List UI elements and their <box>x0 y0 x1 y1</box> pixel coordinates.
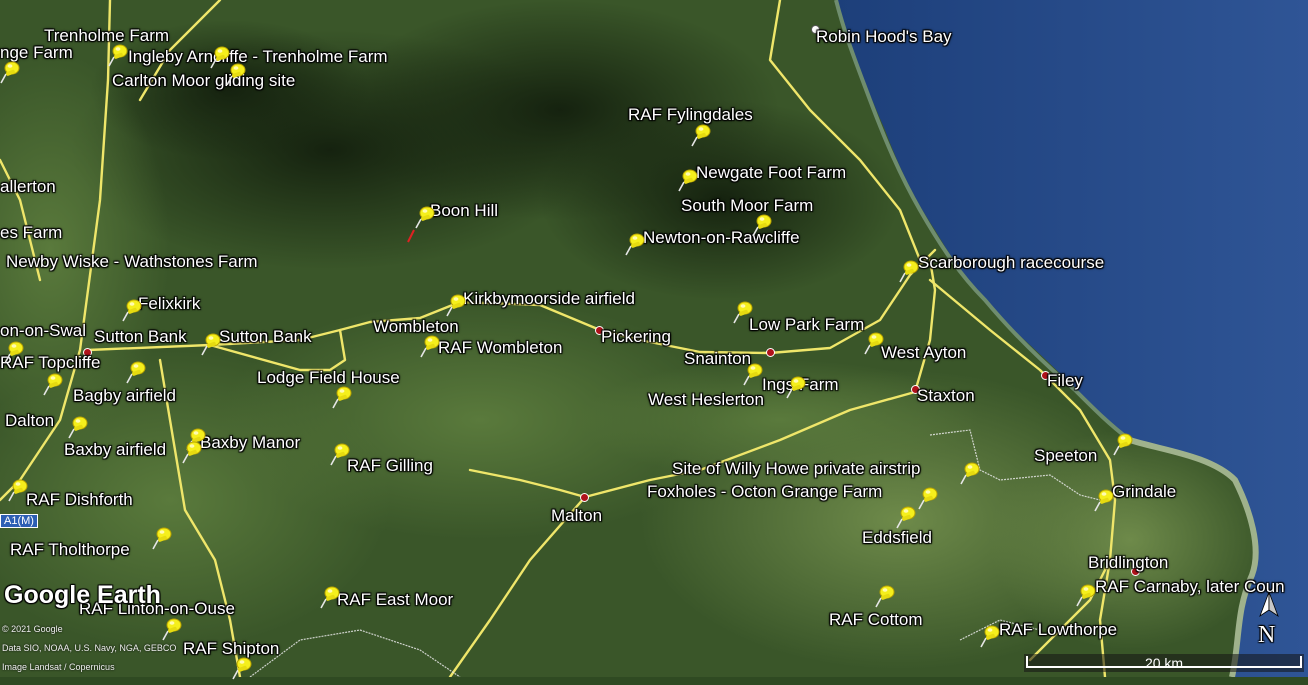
pushpin-icon[interactable] <box>960 461 982 485</box>
label-bridlington[interactable]: Bridlington <box>1088 554 1168 572</box>
label-raf-wombleton[interactable]: RAF Wombleton <box>438 339 562 357</box>
pushpin-icon[interactable] <box>786 375 808 399</box>
pushpin-icon[interactable] <box>1094 488 1116 512</box>
label-raf-dishforth[interactable]: RAF Dishforth <box>26 491 133 509</box>
pushpin-icon[interactable] <box>625 232 647 256</box>
pushpin-icon[interactable] <box>108 43 130 67</box>
pushpin-icon[interactable] <box>899 259 921 283</box>
pushpin-icon[interactable] <box>980 624 1002 648</box>
malton-dot <box>580 493 589 502</box>
label-dalton[interactable]: Dalton <box>5 412 54 430</box>
pushpin-icon[interactable] <box>678 168 700 192</box>
copyright-credit: © 2021 Google <box>2 624 63 634</box>
label-carlton-moor[interactable]: Carlton Moor gliding site <box>112 72 295 90</box>
pushpin-icon[interactable] <box>446 293 468 317</box>
label-malton[interactable]: Malton <box>551 507 602 525</box>
pushpin-icon[interactable] <box>1076 583 1098 607</box>
label-baxby-airfield[interactable]: Baxby airfield <box>64 441 166 459</box>
pushpin-icon[interactable] <box>691 123 713 147</box>
label-west-ayton[interactable]: West Ayton <box>881 344 966 362</box>
label-robin-hoods-bay[interactable]: Robin Hood's Bay <box>816 28 952 46</box>
label-raf-cottom[interactable]: RAF Cottom <box>829 611 923 629</box>
road-badge-a1m: A1(M) <box>0 514 38 528</box>
label-es-farm[interactable]: es Farm <box>0 224 62 242</box>
label-west-heslerton[interactable]: West Heslerton <box>648 391 764 409</box>
label-allerton[interactable]: allerton <box>0 178 56 196</box>
label-sutton-bank-2[interactable]: Sutton Bank <box>219 328 312 346</box>
north-label: N <box>1258 622 1276 648</box>
pushpin-icon[interactable] <box>896 505 918 529</box>
pushpin-icon[interactable] <box>415 205 437 229</box>
label-south-moor-farm[interactable]: South Moor Farm <box>681 197 813 215</box>
pushpin-icon[interactable] <box>226 62 248 86</box>
pushpin-icon[interactable] <box>1113 432 1135 456</box>
scale-label: 20 km <box>1144 655 1184 671</box>
pushpin-icon[interactable] <box>43 372 65 396</box>
pushpin-icon[interactable] <box>752 213 774 237</box>
pushpin-icon[interactable] <box>733 300 755 324</box>
data-credit: Data SIO, NOAA, U.S. Navy, NGA, GEBCO <box>2 643 177 653</box>
label-snainton[interactable]: Snainton <box>684 350 751 368</box>
label-on-swale[interactable]: on-on-Swal <box>0 322 86 340</box>
pushpin-icon[interactable] <box>201 332 223 356</box>
label-filey[interactable]: Filey <box>1047 372 1083 390</box>
pushpin-icon[interactable] <box>0 60 22 84</box>
label-boon-hill[interactable]: Boon Hill <box>430 202 498 220</box>
label-felixkirk[interactable]: Felixkirk <box>138 295 200 313</box>
scale-bar: 20 km <box>1024 654 1304 672</box>
label-ingleby-arncliffe[interactable]: Ingleby Arncliffe - Trenholme Farm <box>128 48 388 66</box>
label-raf-gilling[interactable]: RAF Gilling <box>347 457 433 475</box>
pushpin-icon[interactable] <box>864 331 886 355</box>
label-staxton[interactable]: Staxton <box>917 387 975 405</box>
pushpin-icon[interactable] <box>918 486 940 510</box>
label-low-park-farm[interactable]: Low Park Farm <box>749 316 864 334</box>
pushpin-icon[interactable] <box>232 656 254 680</box>
label-kirkbymoorside[interactable]: Kirkbymoorside airfield <box>463 290 635 308</box>
label-bagby-airfield[interactable]: Bagby airfield <box>73 387 176 405</box>
pushpin-icon[interactable] <box>162 617 184 641</box>
label-newgate-foot-farm[interactable]: Newgate Foot Farm <box>696 164 846 182</box>
google-earth-logo: Google Earth <box>4 581 161 609</box>
label-baxby-manor[interactable]: Baxby Manor <box>200 434 300 452</box>
label-newby-wiske[interactable]: Newby Wiske - Wathstones Farm <box>6 253 258 271</box>
snainton-dot <box>766 348 775 357</box>
pushpin-icon[interactable] <box>320 585 342 609</box>
pushpin-icon[interactable] <box>332 385 354 409</box>
label-grindale[interactable]: Grindale <box>1112 483 1176 501</box>
label-eddsfield[interactable]: Eddsfield <box>862 529 932 547</box>
label-scarborough-racecourse[interactable]: Scarborough racecourse <box>918 254 1104 272</box>
pushpin-icon[interactable] <box>420 334 442 358</box>
label-sutton-bank-1[interactable]: Sutton Bank <box>94 328 187 346</box>
label-lodge-field-house[interactable]: Lodge Field House <box>257 369 400 387</box>
label-raf-tholthorpe[interactable]: RAF Tholthorpe <box>10 541 130 559</box>
label-raf-fylingdales[interactable]: RAF Fylingdales <box>628 106 753 124</box>
label-willy-howe[interactable]: Site of Willy Howe private airstrip <box>672 460 920 478</box>
image-credit: Image Landsat / Copernicus <box>2 662 115 672</box>
label-raf-east-moor[interactable]: RAF East Moor <box>337 591 453 609</box>
pushpin-icon[interactable] <box>875 584 897 608</box>
pushpin-icon[interactable] <box>743 362 765 386</box>
label-newton-on-rawcliffe[interactable]: Newton-on-Rawcliffe <box>643 229 800 247</box>
north-compass[interactable]: N <box>1256 590 1282 650</box>
pushpin-icon[interactable] <box>8 478 30 502</box>
label-wombleton[interactable]: Wombleton <box>373 318 459 336</box>
pushpin-icon[interactable] <box>4 340 26 364</box>
pushpin-icon[interactable] <box>152 526 174 550</box>
pushpin-icon[interactable] <box>126 360 148 384</box>
pushpin-icon[interactable] <box>122 298 144 322</box>
pushpin-icon[interactable] <box>68 415 90 439</box>
label-raf-lowthorpe[interactable]: RAF Lowthorpe <box>999 621 1117 639</box>
label-pickering[interactable]: Pickering <box>601 328 671 346</box>
label-foxholes[interactable]: Foxholes - Octon Grange Farm <box>647 483 882 501</box>
label-speeton[interactable]: Speeton <box>1034 447 1097 465</box>
pushpin-icon[interactable] <box>182 440 204 464</box>
pushpin-icon[interactable] <box>330 442 352 466</box>
